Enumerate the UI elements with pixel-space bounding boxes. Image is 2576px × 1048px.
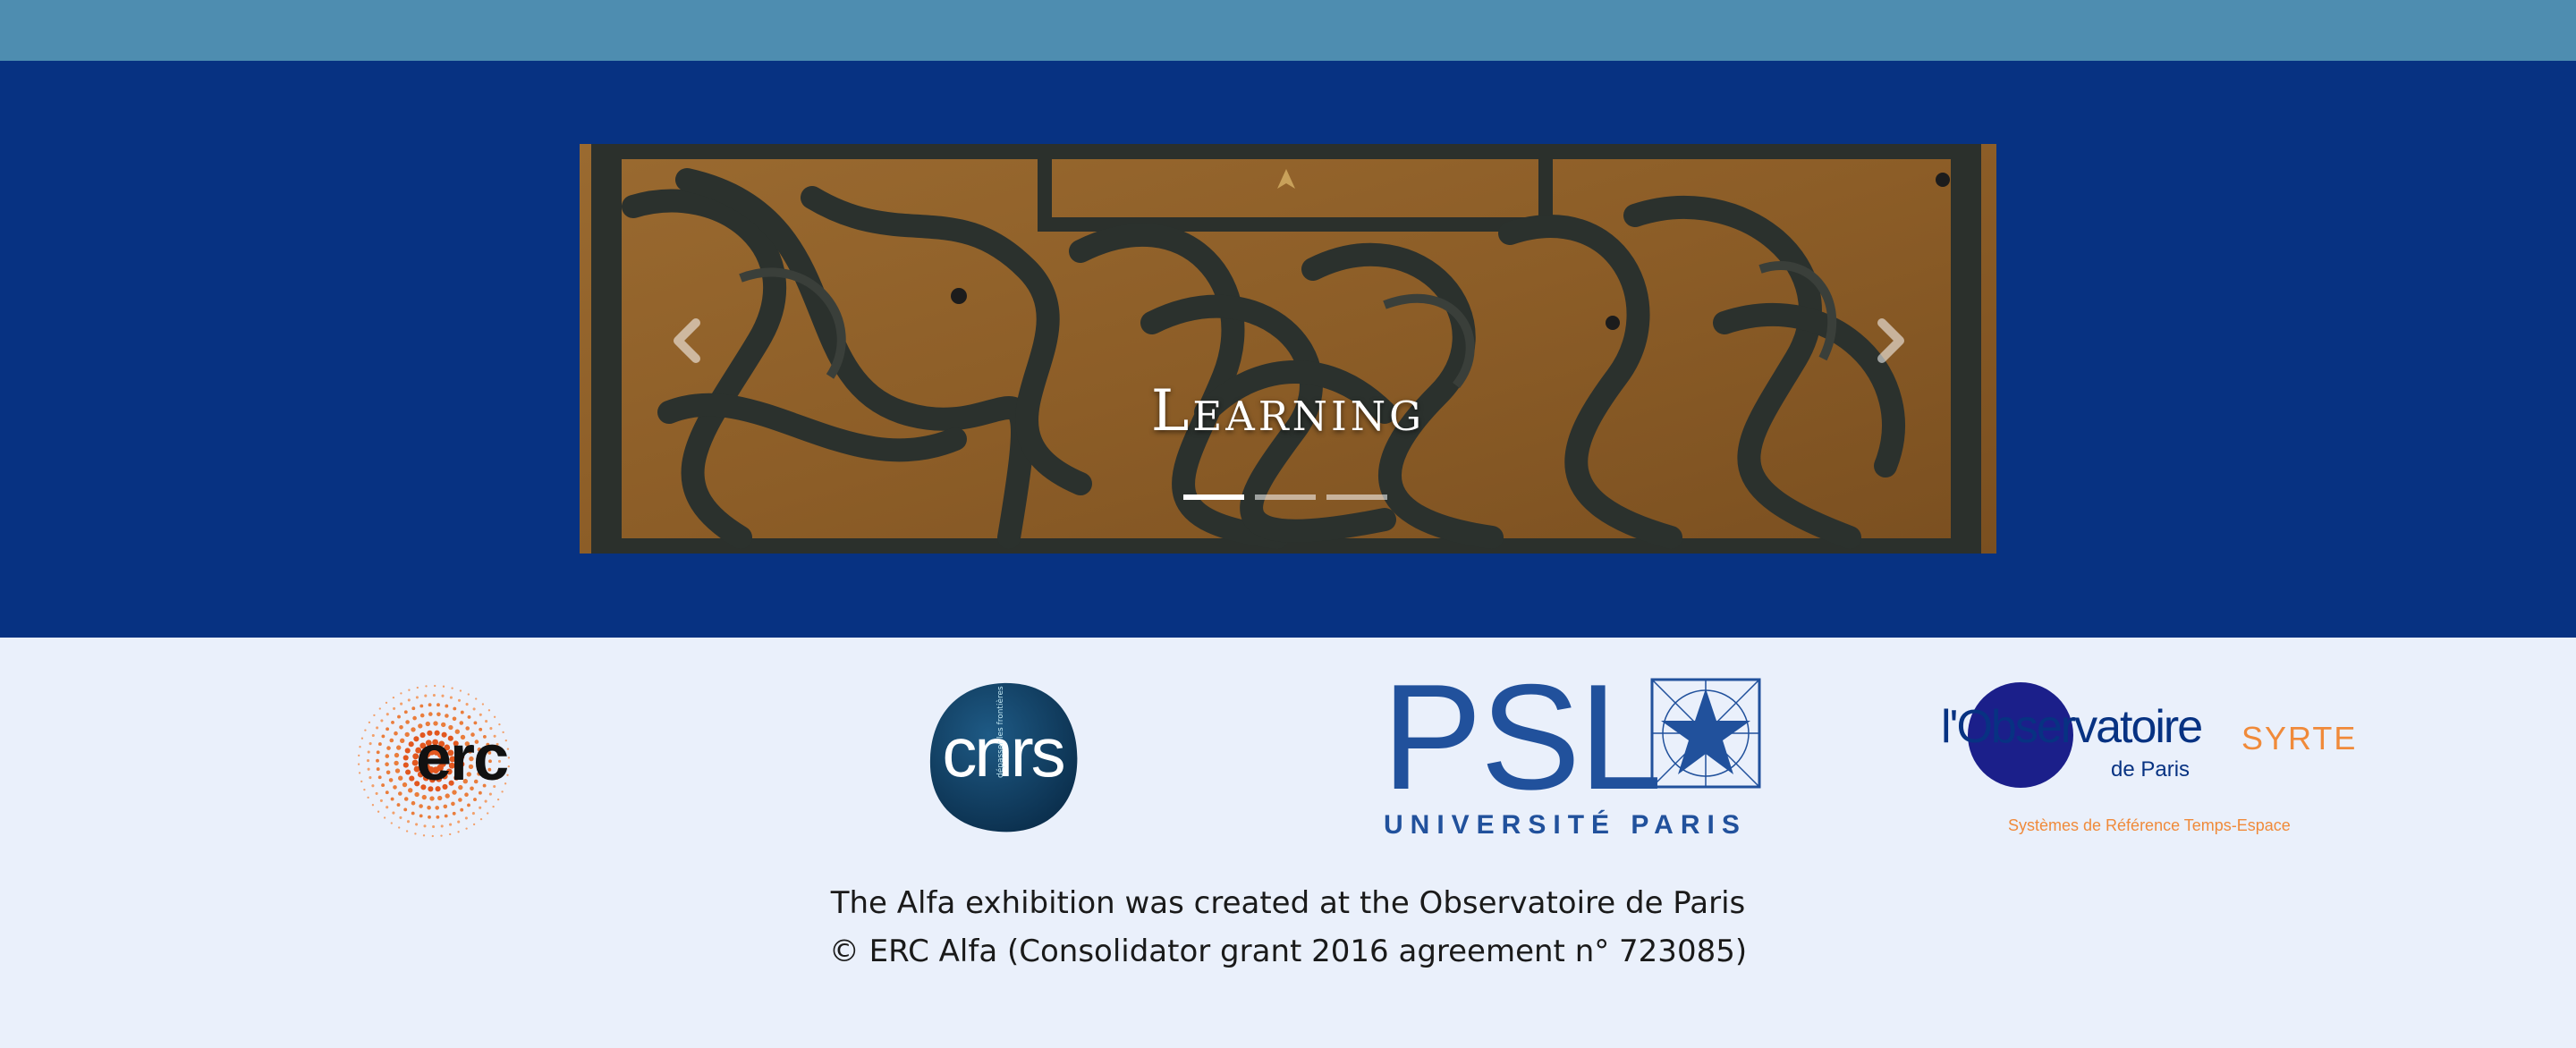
footer-credit-line-2: © ERC Alfa (Consolidator grant 2016 agre… <box>828 934 1748 969</box>
carousel-prev-button[interactable] <box>660 305 714 376</box>
carousel-indicator-1[interactable] <box>1183 494 1244 500</box>
observatoire-name: l'Observatoire <box>1941 701 2203 753</box>
carousel-slide-image <box>580 144 1996 554</box>
star-icon <box>1650 678 1761 789</box>
footer-credits: The Alfa exhibition was created at the O… <box>0 879 2576 976</box>
hero-section: Learning <box>0 61 2576 638</box>
image-carousel[interactable]: Learning <box>580 144 1996 554</box>
cnrs-logo[interactable]: cnrs dépasser les frontières <box>923 678 1082 837</box>
footer: erc cnrs dépasser les frontières PSL UNI… <box>0 638 2576 1048</box>
psl-logo-word: PSL <box>1382 653 1663 821</box>
chevron-left-icon <box>674 318 700 363</box>
carousel-indicators <box>1183 494 1398 502</box>
erc-logo[interactable]: erc <box>353 680 514 841</box>
psl-logo[interactable]: PSL UNIVERSITÉ PARIS <box>1382 662 1767 840</box>
erc-logo-text: erc <box>416 723 509 794</box>
footer-credit-line-1: The Alfa exhibition was created at the O… <box>830 885 1746 921</box>
carousel-next-button[interactable] <box>1864 305 1918 376</box>
psl-logo-subtitle: UNIVERSITÉ PARIS <box>1384 810 1747 840</box>
cnrs-tagline: dépasser les frontières <box>996 686 1005 778</box>
observatoire-logo[interactable]: l'Observatoire de Paris SYRTE Systèmes d… <box>1941 682 2355 843</box>
carousel-caption: Learning <box>1150 378 1426 444</box>
observatoire-sub: de Paris <box>2111 757 2190 782</box>
syrte-label: SYRTE <box>2241 720 2358 756</box>
carousel-indicator-3[interactable] <box>1326 494 1387 500</box>
chevron-right-icon <box>1877 318 1904 363</box>
top-bar <box>0 0 2576 61</box>
carousel-indicator-2[interactable] <box>1255 494 1316 500</box>
syrte-tagline: Systèmes de Référence Temps-Espace <box>2008 816 2291 834</box>
